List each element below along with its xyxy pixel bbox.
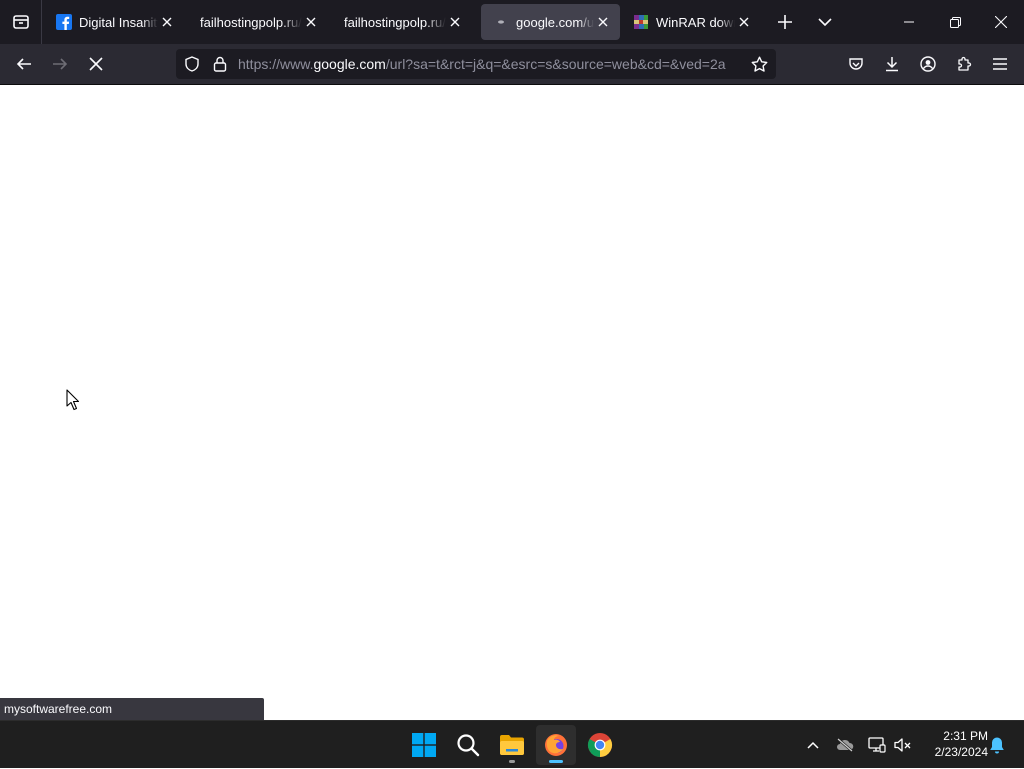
loading-dot-icon [493, 14, 509, 30]
firefox-view-icon [12, 15, 29, 29]
taskbar-search-button[interactable] [448, 725, 488, 765]
clock-time: 2:31 PM [943, 729, 988, 743]
file-explorer-button[interactable] [492, 725, 532, 765]
close-tab-icon[interactable] [302, 13, 320, 31]
onedrive-offline-icon [837, 738, 854, 752]
stop-loading-icon [89, 57, 103, 71]
url-prefix: https://www. [238, 56, 314, 72]
navigation-toolbar: https://www.google.com/url?sa=t&rct=j&q=… [0, 44, 1024, 85]
hamburger-menu-icon [993, 58, 1007, 70]
stop-button[interactable] [80, 48, 112, 80]
facebook-icon [56, 14, 72, 30]
account-icon [920, 56, 936, 72]
tab-title: WinRAR downlo [656, 14, 735, 30]
clock-date: 2/23/2024 [934, 745, 988, 759]
download-icon [886, 57, 898, 72]
system-clock[interactable]: 2:31 PM 2/23/2024 [918, 728, 988, 760]
running-indicator [509, 760, 515, 763]
back-button[interactable] [8, 48, 40, 80]
onedrive-tray-button[interactable] [832, 721, 858, 769]
volume-tray-button[interactable] [890, 721, 916, 769]
active-indicator [549, 760, 563, 763]
forward-button[interactable] [44, 48, 76, 80]
chevron-down-icon [818, 18, 832, 27]
close-tab-icon[interactable] [446, 13, 464, 31]
list-all-tabs-button[interactable] [811, 8, 839, 36]
tab-title: failhostingpolp.ru/eX [200, 14, 302, 30]
tab-google-url[interactable]: google.com/url [481, 4, 620, 40]
network-icon [868, 737, 886, 753]
bookmark-star-button[interactable] [750, 55, 768, 73]
extensions-button[interactable] [948, 48, 980, 80]
status-link-preview: mysoftwarefree.com [0, 698, 264, 720]
windows-taskbar: 2:31 PM 2/23/2024 [0, 720, 1024, 768]
chrome-icon [587, 733, 613, 757]
show-hidden-icons-button[interactable] [800, 721, 826, 769]
tab-title: Digital Insanity F [79, 14, 158, 30]
arrow-right-icon [53, 58, 68, 70]
restore-button[interactable] [932, 0, 978, 44]
tracking-protection-shield-icon[interactable] [184, 56, 200, 72]
pocket-icon [849, 58, 863, 70]
mouse-pointer-icon [66, 389, 80, 411]
close-icon [995, 16, 1007, 28]
speaker-muted-icon [894, 738, 911, 752]
file-explorer-icon [500, 735, 524, 755]
plus-icon [778, 15, 792, 29]
url-bar[interactable]: https://www.google.com/url?sa=t&rct=j&q=… [176, 49, 776, 79]
minimize-icon [904, 21, 914, 23]
tab-title: google.com/url [516, 14, 594, 30]
bell-icon [990, 737, 1004, 754]
page-content: mysoftwarefree.com [0, 85, 1024, 720]
tab-failhosting-1[interactable]: failhostingpolp.ru/eX [188, 4, 328, 40]
lock-icon[interactable] [212, 56, 228, 72]
start-button[interactable] [404, 725, 444, 765]
star-icon [751, 56, 767, 72]
url-path: /url?sa=t&rct=j&q=&esrc=s&source=web&cd=… [385, 56, 726, 72]
arrow-left-icon [16, 58, 31, 70]
firefox-taskbar-button[interactable] [536, 725, 576, 765]
chevron-up-icon [807, 741, 819, 749]
downloads-button[interactable] [876, 48, 908, 80]
puzzle-piece-icon [958, 56, 972, 71]
winrar-icon [633, 14, 649, 30]
tab-bar: Digital Insanity F failhostingpolp.ru/eX… [0, 0, 1024, 44]
tab-failhosting-2[interactable]: failhostingpolp.ru/8X [332, 4, 472, 40]
close-tab-icon[interactable] [735, 13, 753, 31]
url-text[interactable]: https://www.google.com/url?sa=t&rct=j&q=… [238, 49, 743, 79]
search-icon [457, 734, 480, 757]
minimize-button[interactable] [886, 0, 932, 44]
firefox-icon [545, 734, 567, 756]
url-host: google.com [313, 56, 386, 72]
tab-digital-insanity[interactable]: Digital Insanity F [44, 4, 184, 40]
windows-start-icon [412, 733, 436, 757]
restore-icon [949, 16, 961, 28]
pocket-button[interactable] [840, 48, 872, 80]
notifications-button[interactable] [986, 721, 1008, 769]
close-tab-icon[interactable] [158, 13, 176, 31]
chrome-taskbar-button[interactable] [580, 725, 620, 765]
account-button[interactable] [912, 48, 944, 80]
close-window-button[interactable] [978, 0, 1024, 44]
app-menu-button[interactable] [984, 48, 1016, 80]
tab-title: failhostingpolp.ru/8X [344, 14, 446, 30]
firefox-view-button[interactable] [0, 0, 42, 44]
new-tab-button[interactable] [771, 8, 799, 36]
close-tab-icon[interactable] [594, 13, 612, 31]
tab-winrar[interactable]: WinRAR downlo [621, 4, 761, 40]
network-tray-button[interactable] [864, 721, 890, 769]
